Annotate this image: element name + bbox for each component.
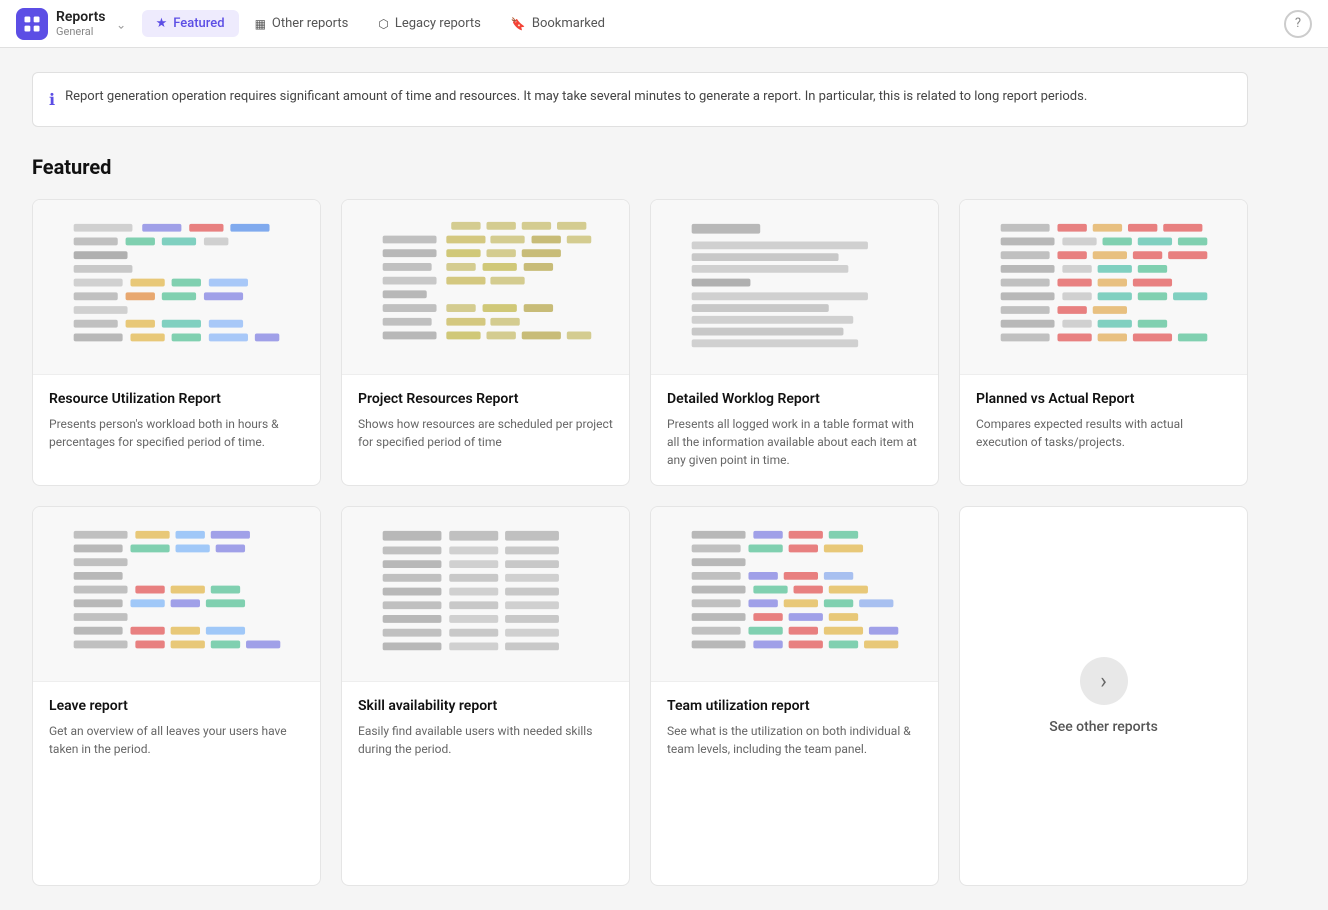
card-preview-2 xyxy=(342,200,629,375)
tab-legacy-reports[interactable]: ⬡ Legacy reports xyxy=(364,10,495,37)
header-title: Reports xyxy=(56,9,106,26)
header-subtitle: General xyxy=(56,25,106,38)
card-team-utilization[interactable]: Team utilization report See what is the … xyxy=(650,506,939,886)
preview-svg-4 xyxy=(976,216,1231,358)
card-body-7: Team utilization report See what is the … xyxy=(651,682,938,885)
card-planned-vs-actual[interactable]: Planned vs Actual Report Compares expect… xyxy=(959,199,1248,486)
tab-bookmarked-label: Bookmarked xyxy=(532,16,605,31)
card-desc-2: Shows how resources are scheduled per pr… xyxy=(358,415,613,451)
bookmark-icon: 🔖 xyxy=(511,17,526,31)
header: Reports General ⌃ ★ Featured ▦ Other rep… xyxy=(0,0,1328,48)
card-title-7: Team utilization report xyxy=(667,698,922,714)
preview-svg-7 xyxy=(667,523,922,665)
card-title-1: Resource Utilization Report xyxy=(49,391,304,407)
card-body-5: Leave report Get an overview of all leav… xyxy=(33,682,320,885)
card-title-2: Project Resources Report xyxy=(358,391,613,407)
header-title-group: Reports General xyxy=(56,9,106,39)
see-other-btn: › xyxy=(1080,657,1128,705)
info-icon: ℹ xyxy=(49,88,55,112)
card-desc-7: See what is the utilization on both indi… xyxy=(667,722,922,758)
card-leave-report[interactable]: Leave report Get an overview of all leav… xyxy=(32,506,321,886)
info-banner-text: Report generation operation requires sig… xyxy=(65,87,1087,107)
tab-other-reports[interactable]: ▦ Other reports xyxy=(241,10,363,37)
card-body-3: Detailed Worklog Report Presents all log… xyxy=(651,375,938,485)
info-banner: ℹ Report generation operation requires s… xyxy=(32,72,1248,127)
main-content: ℹ Report generation operation requires s… xyxy=(0,48,1280,910)
card-desc-4: Compares expected results with actual ex… xyxy=(976,415,1231,451)
section-title: Featured xyxy=(32,155,1248,179)
help-button[interactable]: ? xyxy=(1284,10,1312,38)
card-title-6: Skill availability report xyxy=(358,698,613,714)
app-logo xyxy=(16,8,48,40)
grid-icon: ▦ xyxy=(255,17,266,31)
card-project-resources[interactable]: Project Resources Report Shows how resou… xyxy=(341,199,630,486)
card-desc-1: Presents person's workload both in hours… xyxy=(49,415,304,451)
card-body-4: Planned vs Actual Report Compares expect… xyxy=(960,375,1247,485)
card-preview-6 xyxy=(342,507,629,682)
card-resource-utilization[interactable]: Resource Utilization Report Presents per… xyxy=(32,199,321,486)
card-desc-5: Get an overview of all leaves your users… xyxy=(49,722,304,758)
card-body-1: Resource Utilization Report Presents per… xyxy=(33,375,320,485)
card-body-6: Skill availability report Easily find av… xyxy=(342,682,629,885)
see-other-reports-card[interactable]: › See other reports xyxy=(959,506,1248,886)
preview-svg-5 xyxy=(49,523,304,665)
header-chevron[interactable]: ⌃ xyxy=(116,17,126,31)
card-detailed-worklog[interactable]: Detailed Worklog Report Presents all log… xyxy=(650,199,939,486)
card-desc-6: Easily find available users with needed … xyxy=(358,722,613,758)
help-icon: ? xyxy=(1295,16,1301,31)
see-other-label: See other reports xyxy=(1049,719,1158,735)
card-preview-5 xyxy=(33,507,320,682)
card-body-2: Project Resources Report Shows how resou… xyxy=(342,375,629,485)
preview-svg-6 xyxy=(358,523,613,665)
tab-other-reports-label: Other reports xyxy=(272,16,348,31)
star-icon: ★ xyxy=(156,16,168,31)
tab-bookmarked[interactable]: 🔖 Bookmarked xyxy=(497,10,619,37)
nav-tabs: ★ Featured ▦ Other reports ⬡ Legacy repo… xyxy=(142,10,619,37)
card-preview-4 xyxy=(960,200,1247,375)
card-preview-7 xyxy=(651,507,938,682)
tab-featured-label: Featured xyxy=(173,16,224,31)
preview-svg-3 xyxy=(667,216,922,358)
card-desc-3: Presents all logged work in a table form… xyxy=(667,415,922,469)
card-title-5: Leave report xyxy=(49,698,304,714)
card-title-4: Planned vs Actual Report xyxy=(976,391,1231,407)
tab-featured[interactable]: ★ Featured xyxy=(142,10,239,37)
preview-svg-2 xyxy=(358,216,613,358)
cards-grid: Resource Utilization Report Presents per… xyxy=(32,199,1248,486)
tab-legacy-reports-label: Legacy reports xyxy=(395,16,481,31)
hexagon-icon: ⬡ xyxy=(378,17,388,31)
card-preview-1 xyxy=(33,200,320,375)
card-preview-3 xyxy=(651,200,938,375)
cards-grid-row2: Leave report Get an overview of all leav… xyxy=(32,506,1248,886)
preview-svg-1 xyxy=(49,216,304,358)
logo-icon xyxy=(22,14,42,34)
card-skill-availability[interactable]: Skill availability report Easily find av… xyxy=(341,506,630,886)
card-title-3: Detailed Worklog Report xyxy=(667,391,922,407)
